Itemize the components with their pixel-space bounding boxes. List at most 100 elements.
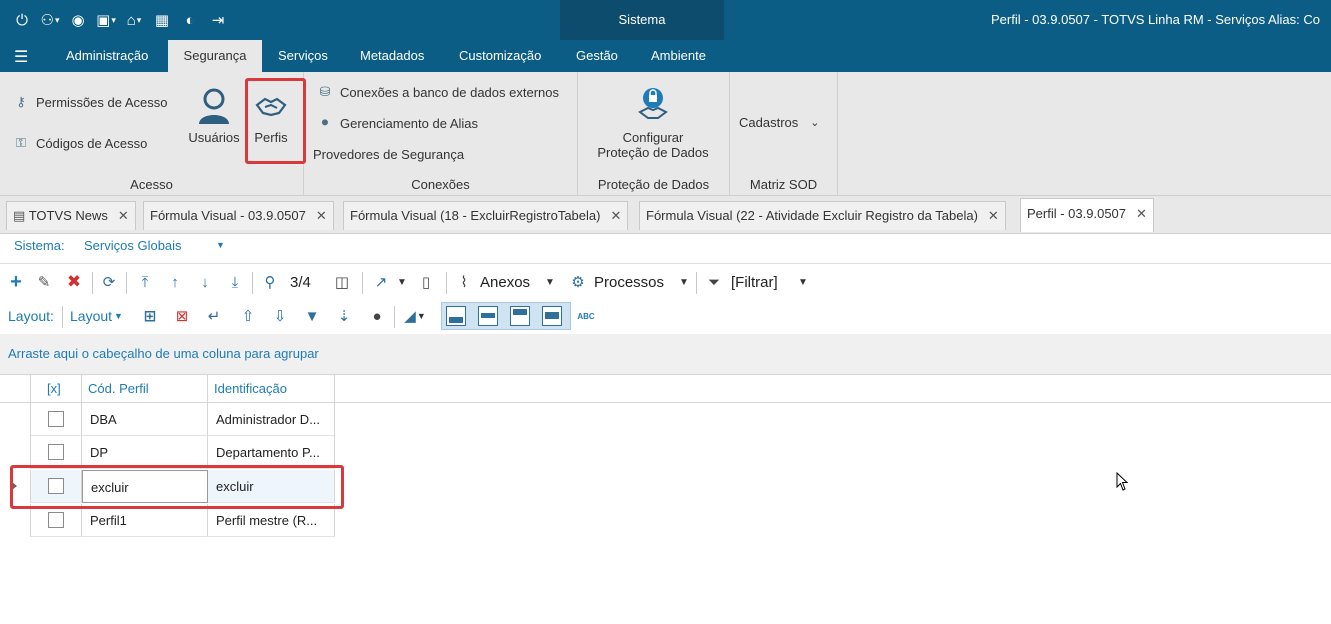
doc-tab-formula-visual-22[interactable]: Fórmula Visual (22 - Atividade Excluir R… (639, 201, 1006, 230)
provedores-seguranca-button[interactable]: Provedores de Segurança (313, 147, 464, 162)
news-icon: ▤ (13, 208, 26, 223)
refresh-icon[interactable]: ⟳ (98, 271, 120, 293)
system-select[interactable]: Serviços Globais (84, 238, 182, 253)
processos-button[interactable]: Processos (594, 271, 664, 293)
highlight-perfis (245, 78, 306, 164)
home-icon[interactable]: ⌂ ▾ (122, 8, 146, 32)
doc-tab-formula-visual-1[interactable]: Fórmula Visual - 03.9.0507 ✕ (143, 201, 334, 230)
remove-row-icon[interactable]: ⊠ (172, 305, 192, 327)
header-identificacao[interactable]: Identificação (208, 375, 335, 403)
chart-icon[interactable]: ◢ ▼ (402, 305, 428, 327)
ribbon-group-conexoes: ⛁ Conexões a banco de dados externos ⚫ G… (304, 72, 578, 196)
chevron-down-icon[interactable]: ▼ (544, 271, 556, 293)
layout-top-icon[interactable] (510, 306, 530, 326)
permissoes-acesso-button[interactable]: ⚷ Permissões de Acesso (12, 94, 167, 110)
layout-menu[interactable]: Layout ▼ (70, 305, 123, 327)
layout-label: Layout: (8, 308, 54, 324)
configurar-protecao-button[interactable]: Configurar Proteção de Dados (588, 84, 718, 160)
previous-record-icon[interactable]: ↑ (164, 271, 186, 293)
chevron-down-icon[interactable]: ▼ (216, 240, 225, 250)
system-label: Sistema: (14, 238, 65, 253)
filter-icon[interactable]: ⏷ (704, 271, 724, 293)
close-icon[interactable]: ✕ (1136, 206, 1147, 221)
close-icon[interactable]: ✕ (988, 208, 999, 223)
tab-ambiente[interactable]: Ambiente (641, 40, 716, 72)
first-record-icon[interactable]: ⤒ (134, 271, 156, 293)
next-record-icon[interactable]: ↓ (194, 271, 216, 293)
layout-bottom-icon[interactable] (446, 306, 466, 326)
eye-icon[interactable]: ◉ (66, 8, 90, 32)
cell-cod-perfil[interactable]: DBA (82, 403, 208, 436)
header-cod-perfil[interactable]: Cód. Perfil (82, 375, 208, 403)
tab-administracao[interactable]: Administração (56, 40, 158, 72)
delete-icon[interactable]: ✖ (64, 271, 84, 293)
codigos-acesso-button[interactable]: ⚿ Códigos de Acesso (12, 135, 147, 151)
chevron-down-icon: ▼ (114, 311, 123, 321)
close-icon[interactable]: ✕ (610, 208, 621, 223)
ribbon-group-label-matriz: Matriz SOD (749, 177, 818, 192)
cell-identificacao[interactable]: Administrador D... (208, 403, 335, 436)
chevron-down-icon: ⌄ (810, 117, 820, 129)
group-by-panel[interactable]: Arraste aqui o cabeçalho de uma coluna p… (0, 334, 1331, 374)
search-icon[interactable]: ⚲ (258, 271, 282, 293)
layout-middle-icon[interactable] (478, 306, 498, 326)
gerenciamento-alias-button[interactable]: ⚫ Gerenciamento de Alias (316, 115, 478, 131)
paperclip-icon[interactable]: ⌇ (456, 271, 472, 293)
row-checkbox[interactable] (48, 411, 64, 427)
move-up-icon[interactable]: ⇧ (238, 305, 258, 327)
layout-center-icon[interactable] (542, 306, 562, 326)
tab-servicos[interactable]: Serviços (268, 40, 338, 72)
grid-header: [x] Cód. Perfil Identificação (0, 374, 1331, 403)
chevron-down-icon[interactable]: ▼ (678, 271, 690, 293)
conexoes-banco-button[interactable]: ⛁ Conexões a banco de dados externos (316, 84, 559, 100)
cadastros-dropdown[interactable]: Cadastros ⌄ (739, 115, 819, 130)
layout-toolbar: Layout: Layout ▼ ⊞ ⊠ ↵ ⇧ ⇩ ▼ ⇣ ● ◢ ▼ ABC (0, 300, 1331, 332)
ribbon-group-matriz: Cadastros ⌄ Matriz SOD (730, 72, 838, 196)
globe-icon[interactable]: ◐ (178, 8, 202, 32)
tab-seguranca[interactable]: Segurança (168, 40, 262, 72)
fill-color-icon[interactable]: ● (366, 305, 388, 327)
table-row[interactable]: DBA Administrador D... (0, 403, 336, 436)
edit-icon[interactable]: ✎ (34, 271, 54, 293)
calculator-icon[interactable]: ▦ (150, 8, 174, 32)
close-icon[interactable]: ✕ (118, 208, 129, 223)
row-checkbox[interactable] (48, 444, 64, 460)
wrap-icon[interactable]: ↵ (204, 305, 224, 327)
tab-customizacao[interactable]: Customização (449, 40, 551, 72)
close-icon[interactable]: ✕ (316, 208, 327, 223)
tab-gestao[interactable]: Gestão (566, 40, 628, 72)
spellcheck-icon[interactable]: ABC (576, 305, 596, 327)
chevron-down-icon[interactable]: ▼ (396, 271, 408, 293)
usuarios-button[interactable]: Usuários (184, 86, 244, 145)
alias-icon: ⚫ (319, 115, 331, 130)
app-menu-icon[interactable]: ☰ (14, 47, 28, 67)
filtrar-button[interactable]: [Filtrar] (731, 271, 778, 293)
chevron-down-icon[interactable]: ▼ (797, 271, 809, 293)
window-icon[interactable]: ▣ ▾ (94, 8, 118, 32)
document-tabs: ▤ TOTVS News ✕ Fórmula Visual - 03.9.0507… (0, 196, 1331, 234)
export-icon[interactable]: ↗ (370, 271, 392, 293)
doc-tab-formula-visual-18[interactable]: Fórmula Visual (18 - ExcluirRegistroTabe… (343, 201, 629, 230)
last-record-icon[interactable]: ⤓ (224, 271, 246, 293)
header-indicator (0, 375, 31, 403)
ribbon-group-label-conexoes: Conexões (411, 177, 470, 192)
add-row-icon[interactable]: ⊞ (140, 305, 160, 327)
paint-roller-icon[interactable]: ▼ (302, 305, 322, 327)
columns-icon[interactable]: ◫ (330, 271, 354, 293)
move-down-icon[interactable]: ⇩ (270, 305, 290, 327)
sitemap-icon[interactable]: ⚇ ▾ (38, 8, 62, 32)
doc-tab-perfil[interactable]: Perfil - 03.9.0507 ✕ (1020, 198, 1154, 232)
ribbon-group-label-protecao: Proteção de Dados (597, 177, 710, 192)
gear-icon[interactable]: ⚙ (568, 271, 588, 293)
anexos-button[interactable]: Anexos (480, 271, 530, 293)
exit-icon[interactable]: ⇥ (206, 8, 230, 32)
header-select[interactable]: [x] (31, 375, 82, 403)
power-icon[interactable]: ⏻ (10, 8, 34, 32)
report-icon[interactable]: ▯ (416, 271, 436, 293)
doc-tab-totvs-news[interactable]: ▤ TOTVS News ✕ (6, 201, 136, 230)
tab-metadados[interactable]: Metadados (350, 40, 434, 72)
mouse-cursor-icon (1116, 472, 1129, 491)
add-icon[interactable]: + (6, 271, 26, 293)
row-checkbox[interactable] (48, 512, 64, 528)
pin-icon[interactable]: ⇣ (334, 305, 354, 327)
